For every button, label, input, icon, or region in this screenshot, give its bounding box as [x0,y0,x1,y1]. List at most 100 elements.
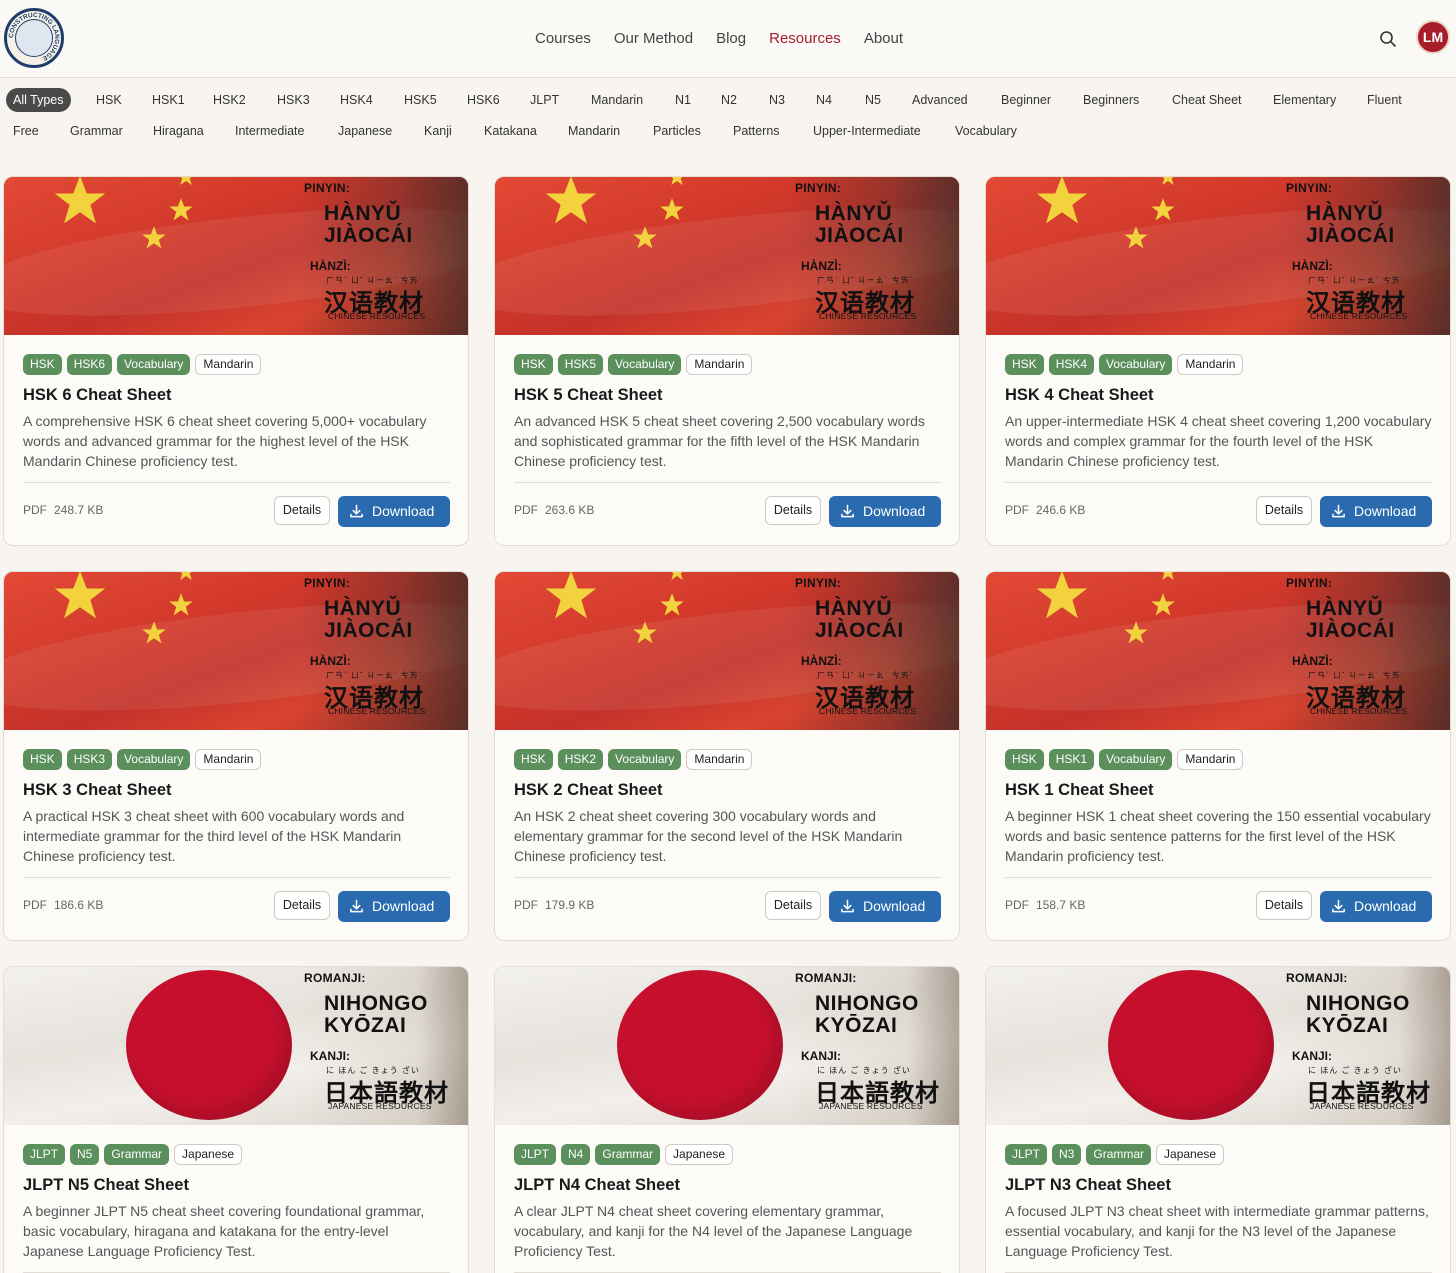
resource-card[interactable]: PINYIN: HÀNYǓ JIÀOCÁI HÀNZÌ: ㄏㄢˋ ㄩˇ ㄐㄧㄠˋ … [3,176,469,546]
filter-chip-n3[interactable]: N3 [762,88,792,112]
tag[interactable]: Mandarin [195,354,262,375]
tag[interactable]: JLPT [1005,1144,1048,1165]
tag[interactable]: Mandarin [1177,749,1244,770]
filter-chip-cheat-sheet[interactable]: Cheat Sheet [1165,88,1249,112]
details-button[interactable]: Details [765,496,821,525]
tag[interactable]: Vocabulary [608,749,682,770]
filter-chip-intermediate[interactable]: Intermediate [228,119,311,143]
tag[interactable]: JLPT [23,1144,66,1165]
resource-card[interactable]: PINYIN: HÀNYǓ JIÀOCÁI HÀNZÌ: ㄏㄢˋ ㄩˇ ㄐㄧㄠˋ … [494,571,960,941]
tag[interactable]: HSK [1005,749,1044,770]
filter-chip-kanji[interactable]: Kanji [417,119,459,143]
filter-chip-hsk6[interactable]: HSK6 [460,88,507,112]
tag[interactable]: HSK [514,354,553,375]
filter-chip-all-types[interactable]: All Types [6,88,71,112]
tag[interactable]: HSK [514,749,553,770]
tag[interactable]: Japanese [1156,1144,1225,1165]
details-button[interactable]: Details [765,891,821,920]
filter-chip-beginner[interactable]: Beginner [994,88,1058,112]
tag[interactable]: Mandarin [686,749,753,770]
tag[interactable]: HSK [23,354,62,375]
filter-chip-advanced[interactable]: Advanced [905,88,975,112]
tag[interactable]: HSK [1005,354,1044,375]
filter-chip-vocabulary[interactable]: Vocabulary [948,119,1024,143]
tag[interactable]: Grammar [595,1144,661,1165]
filter-chip-elementary[interactable]: Elementary [1266,88,1343,112]
filter-chip-mandarin[interactable]: Mandarin [561,119,627,143]
tag[interactable]: HSK6 [66,354,113,375]
tag[interactable]: N3 [1052,1144,1082,1165]
tag[interactable]: Mandarin [686,354,753,375]
tag[interactable]: Vocabulary [1099,354,1173,375]
tag[interactable]: Japanese [174,1144,243,1165]
filter-chip-grammar[interactable]: Grammar [63,119,130,143]
filter-chip-hsk1[interactable]: HSK1 [145,88,192,112]
card-title[interactable]: HSK 5 Cheat Sheet [514,386,663,405]
filter-chip-jlpt[interactable]: JLPT [523,88,566,112]
filter-chip-upper-intermediate[interactable]: Upper-Intermediate [806,119,928,143]
nav-about[interactable]: About [864,30,903,47]
filter-chip-hsk5[interactable]: HSK5 [397,88,444,112]
tag[interactable]: Mandarin [195,749,262,770]
avatar[interactable]: LM [1416,20,1450,54]
resource-card[interactable]: PINYIN: HÀNYǓ JIÀOCÁI HÀNZÌ: ㄏㄢˋ ㄩˇ ㄐㄧㄠˋ … [985,176,1451,546]
tag[interactable]: Grammar [1086,1144,1152,1165]
filter-chip-katakana[interactable]: Katakana [477,119,544,143]
download-button[interactable]: Download [1320,891,1432,922]
search-icon[interactable] [1379,30,1397,48]
nav-blog[interactable]: Blog [716,30,746,47]
tag[interactable]: Vocabulary [117,749,191,770]
tag[interactable]: Japanese [665,1144,734,1165]
filter-chip-hsk2[interactable]: HSK2 [206,88,253,112]
resource-card[interactable]: ROMANJI: NIHONGO KYŌZAI KANJI: に ほん ご きょう… [3,966,469,1273]
download-button[interactable]: Download [1320,496,1432,527]
tag[interactable]: HSK2 [557,749,604,770]
filter-chip-n4[interactable]: N4 [809,88,839,112]
filter-chip-n2[interactable]: N2 [714,88,744,112]
filter-chip-hsk3[interactable]: HSK3 [270,88,317,112]
tag[interactable]: Grammar [104,1144,170,1165]
tag[interactable]: HSK1 [1048,749,1095,770]
card-title[interactable]: JLPT N4 Cheat Sheet [514,1176,680,1195]
tag[interactable]: HSK3 [66,749,113,770]
card-title[interactable]: HSK 2 Cheat Sheet [514,781,663,800]
filter-chip-particles[interactable]: Particles [646,119,708,143]
resource-card[interactable]: PINYIN: HÀNYǓ JIÀOCÁI HÀNZÌ: ㄏㄢˋ ㄩˇ ㄐㄧㄠˋ … [494,176,960,546]
card-title[interactable]: HSK 1 Cheat Sheet [1005,781,1154,800]
card-title[interactable]: HSK 6 Cheat Sheet [23,386,172,405]
details-button[interactable]: Details [1256,891,1312,920]
nav-resources[interactable]: Resources [769,30,841,47]
card-title[interactable]: HSK 3 Cheat Sheet [23,781,172,800]
nav-our-method[interactable]: Our Method [614,30,693,47]
nav-courses[interactable]: Courses [535,30,591,47]
tag[interactable]: HSK5 [557,354,604,375]
tag[interactable]: HSK4 [1048,354,1095,375]
tag[interactable]: JLPT [514,1144,557,1165]
filter-chip-free[interactable]: Free [6,119,46,143]
download-button[interactable]: Download [338,496,450,527]
card-title[interactable]: JLPT N3 Cheat Sheet [1005,1176,1171,1195]
tag[interactable]: N5 [70,1144,100,1165]
resource-card[interactable]: PINYIN: HÀNYǓ JIÀOCÁI HÀNZÌ: ㄏㄢˋ ㄩˇ ㄐㄧㄠˋ … [3,571,469,941]
card-title[interactable]: HSK 4 Cheat Sheet [1005,386,1154,405]
filter-chip-n5[interactable]: N5 [858,88,888,112]
tag[interactable]: Mandarin [1177,354,1244,375]
details-button[interactable]: Details [1256,496,1312,525]
filter-chip-hsk4[interactable]: HSK4 [333,88,380,112]
tag[interactable]: Vocabulary [117,354,191,375]
filter-chip-patterns[interactable]: Patterns [726,119,787,143]
filter-chip-hiragana[interactable]: Hiragana [146,119,211,143]
resource-card[interactable]: PINYIN: HÀNYǓ JIÀOCÁI HÀNZÌ: ㄏㄢˋ ㄩˇ ㄐㄧㄠˋ … [985,571,1451,941]
filter-chip-japanese[interactable]: Japanese [331,119,399,143]
card-title[interactable]: JLPT N5 Cheat Sheet [23,1176,189,1195]
resource-card[interactable]: ROMANJI: NIHONGO KYŌZAI KANJI: に ほん ご きょう… [494,966,960,1273]
tag[interactable]: Vocabulary [608,354,682,375]
details-button[interactable]: Details [274,891,330,920]
filter-chip-beginners[interactable]: Beginners [1076,88,1146,112]
tag[interactable]: Vocabulary [1099,749,1173,770]
tag[interactable]: HSK [23,749,62,770]
download-button[interactable]: Download [829,891,941,922]
download-button[interactable]: Download [338,891,450,922]
filter-chip-hsk[interactable]: HSK [89,88,129,112]
details-button[interactable]: Details [274,496,330,525]
